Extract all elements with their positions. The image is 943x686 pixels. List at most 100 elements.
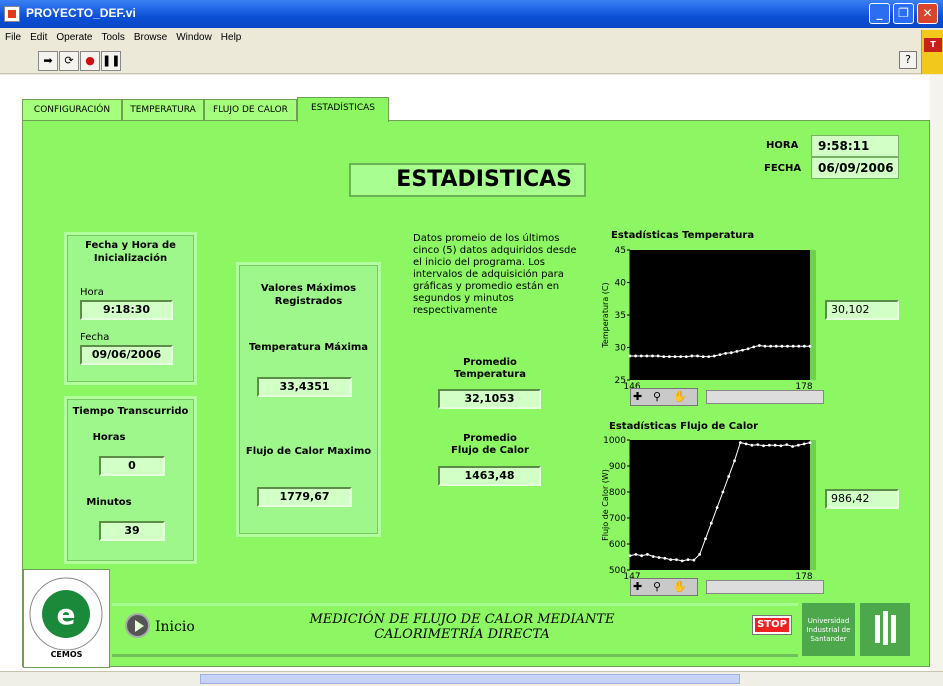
- horizontal-scrollbar[interactable]: [0, 671, 943, 686]
- data-point: [696, 354, 699, 358]
- plot-area: [630, 250, 810, 380]
- toolbar: ➡ ⟳ ● ❚❚: [0, 48, 943, 74]
- avg-temp-label-line2: Temperatura: [454, 369, 526, 380]
- abort-icon[interactable]: ●: [80, 51, 100, 71]
- data-point: [628, 354, 632, 358]
- tab-configuracion[interactable]: CONFIGURACIÓN: [22, 99, 122, 121]
- zoom-tool-icon[interactable]: ⚲: [653, 390, 661, 403]
- data-point: [651, 555, 655, 558]
- data-point: [757, 344, 761, 347]
- menu-tools[interactable]: Tools: [97, 28, 129, 43]
- data-point: [712, 354, 716, 358]
- y-tick-label: 800: [609, 488, 626, 498]
- data-point: [679, 355, 683, 358]
- y-tick-label: 700: [609, 514, 626, 524]
- stop-button[interactable]: STOP: [753, 616, 791, 634]
- tab-estadisticas[interactable]: ESTADÍSTICAS: [297, 97, 389, 122]
- data-point: [762, 444, 765, 448]
- run-continuously-icon[interactable]: ⟳: [59, 51, 79, 71]
- uis-logo-text: Universidad Industrial de Santander: [802, 603, 855, 656]
- context-help-button[interactable]: ?: [899, 51, 917, 69]
- init-title-line1: Fecha y Hora de: [85, 240, 176, 251]
- init-fecha-indicator: 09/06/2006: [80, 345, 173, 365]
- zoom-tool-icon[interactable]: ⚲: [653, 580, 661, 593]
- data-point: [797, 344, 801, 348]
- heat-flux-chart: 5006007008009001000147 178Flujo de Calor …: [601, 436, 816, 580]
- horizontal-scroll-thumb[interactable]: [200, 674, 740, 684]
- data-point: [704, 537, 707, 541]
- data-point: [763, 344, 767, 348]
- data-point: [750, 443, 754, 447]
- data-point: [651, 354, 654, 358]
- cursor-tool-icon[interactable]: ✚: [633, 390, 642, 403]
- plot-area: [630, 440, 810, 570]
- elapsed-minutos-indicator: 39: [99, 521, 165, 541]
- data-point: [738, 441, 742, 444]
- cursor-tool-icon[interactable]: ✚: [633, 580, 642, 593]
- plot-scroll-edge: [810, 250, 816, 380]
- data-point: [808, 441, 812, 444]
- pause-icon[interactable]: ❚❚: [101, 51, 121, 71]
- flujo-graph-palette: ✚ ⚲ ✋: [630, 578, 824, 598]
- data-point: [780, 344, 784, 348]
- data-point: [779, 444, 783, 448]
- data-point: [628, 554, 632, 558]
- y-tick-label: 1000: [603, 436, 626, 446]
- data-point: [707, 355, 711, 358]
- minimize-button[interactable]: _: [869, 3, 890, 24]
- data-point: [692, 558, 696, 562]
- temp-x-scrollbar[interactable]: [706, 390, 824, 404]
- run-arrow-icon[interactable]: ➡: [38, 51, 58, 71]
- fecha-label: FECHA: [764, 163, 802, 174]
- data-point: [808, 344, 812, 348]
- data-point: [791, 344, 795, 348]
- menu-help[interactable]: Help: [216, 28, 246, 43]
- avg-flujo-label-line2: Flujo de Calor: [451, 445, 529, 456]
- title-bar: PROYECTO_DEF.vi _ ❐ ✕: [0, 0, 943, 28]
- close-button[interactable]: ✕: [917, 3, 938, 24]
- uis-text-line1: Universidad: [807, 617, 850, 625]
- elapsed-minutos-label: Minutos: [86, 497, 132, 508]
- data-point: [663, 556, 667, 560]
- y-axis-label: Temperatura (C): [601, 282, 610, 348]
- thermometer-icon: T: [924, 38, 942, 52]
- averages-description: Datos promeio de los últimos cinco (5) d…: [413, 233, 577, 316]
- window-title: PROYECTO_DEF.vi: [26, 6, 136, 20]
- uis-emblem-icon: [860, 603, 910, 656]
- tab-temperatura[interactable]: TEMPERATURA: [122, 99, 204, 121]
- restore-button[interactable]: ❐: [893, 3, 914, 24]
- chart-flujo-title: Estadísticas Flujo de Calor: [609, 421, 759, 432]
- data-point: [733, 459, 736, 463]
- menu-window[interactable]: Window: [171, 28, 216, 43]
- flujo-x-scrollbar[interactable]: [706, 580, 824, 594]
- menu-file[interactable]: File: [0, 28, 25, 43]
- data-point: [752, 345, 756, 349]
- menu-edit[interactable]: Edit: [25, 28, 51, 43]
- hora-label: HORA: [766, 140, 799, 151]
- data-point: [640, 554, 644, 558]
- menu-bar: File Edit Operate Tools Browse Window Help: [0, 28, 943, 48]
- fecha-indicator: 06/09/2006: [811, 157, 899, 179]
- menu-browse[interactable]: Browse: [129, 28, 171, 43]
- max-title-line1: Valores Máximos: [260, 283, 357, 294]
- y-tick-label: 900: [609, 462, 626, 472]
- menu-operate[interactable]: Operate: [51, 28, 96, 43]
- y-tick-label: 40: [615, 279, 627, 289]
- pan-hand-icon[interactable]: ✋: [673, 580, 687, 593]
- data-point: [680, 559, 684, 563]
- vi-icon-logo: T: [921, 30, 943, 74]
- max-temp-indicator: 33,4351: [257, 377, 352, 397]
- data-point: [634, 354, 638, 358]
- data-point: [721, 490, 725, 494]
- temperature-chart: 2530354045146 178Temperatura (C): [601, 246, 816, 390]
- data-point: [767, 443, 771, 447]
- svg-text:e: e: [57, 598, 76, 631]
- data-point: [657, 556, 661, 559]
- max-flujo-indicator: 1779,67: [257, 487, 352, 507]
- data-point: [639, 354, 643, 358]
- data-point: [675, 558, 678, 561]
- vertical-scrollbar[interactable]: [930, 75, 943, 671]
- inicio-play-button[interactable]: [125, 613, 150, 638]
- pan-hand-icon[interactable]: ✋: [673, 390, 687, 403]
- tab-flujo-de-calor[interactable]: FLUJO DE CALOR: [204, 99, 297, 121]
